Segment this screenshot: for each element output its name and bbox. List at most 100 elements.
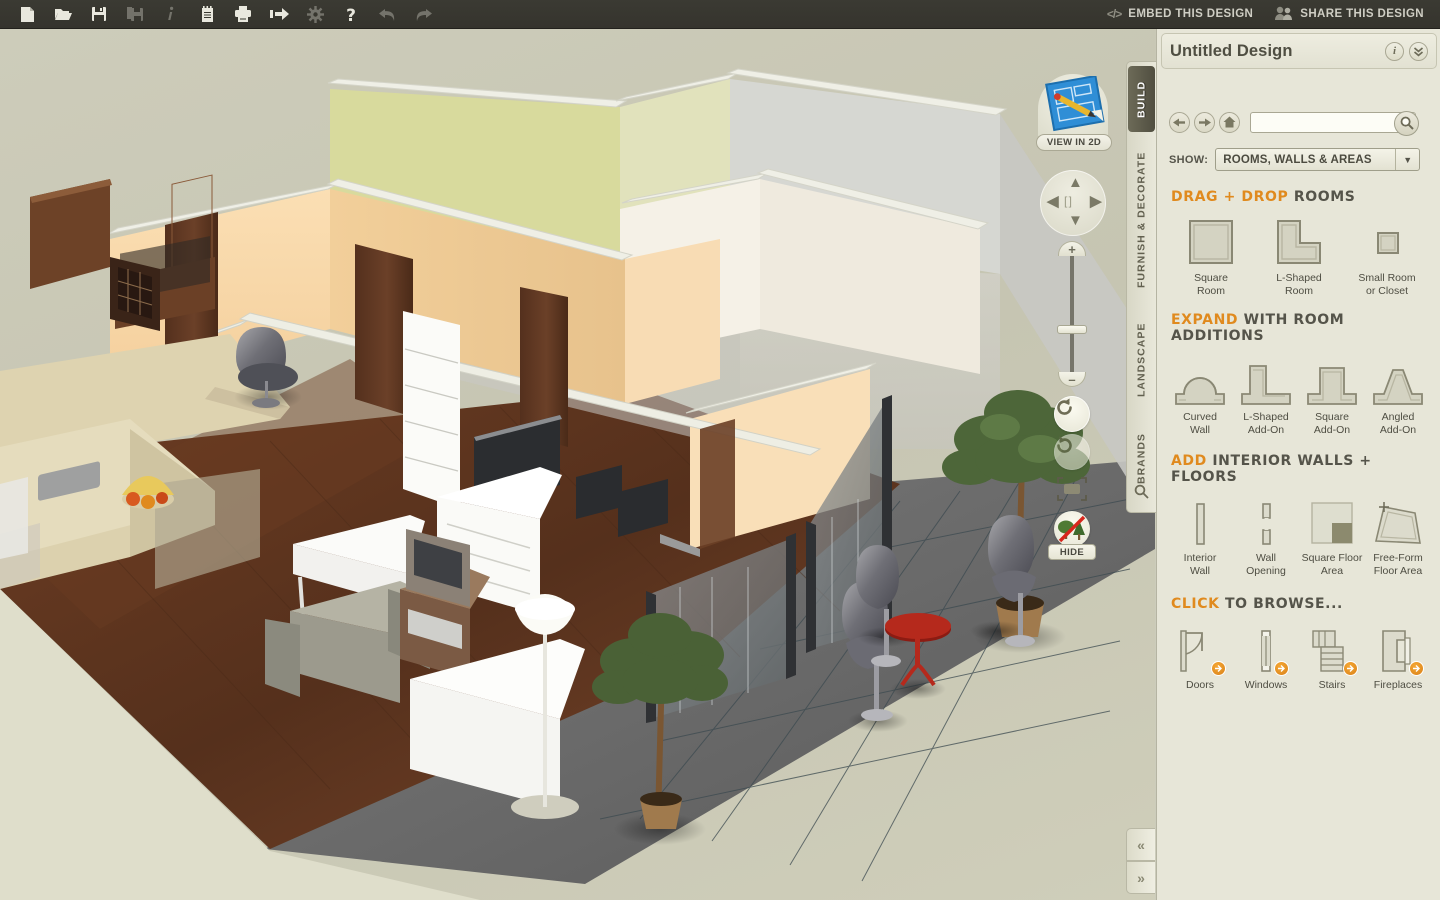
item-angled-add-on[interactable]: Angled Add-On <box>1365 354 1431 437</box>
rotate-left-button[interactable] <box>1054 396 1090 432</box>
item-curved-wall[interactable]: Curved Wall <box>1167 354 1233 437</box>
panel-search-box[interactable] <box>1250 110 1419 136</box>
svg-text:?: ? <box>346 6 356 23</box>
panel-search-button[interactable] <box>1394 110 1419 136</box>
small-room-icon <box>1362 215 1412 267</box>
item-doors[interactable]: Doors <box>1167 622 1233 692</box>
wall-opening-icon <box>1244 495 1288 547</box>
pan-control[interactable]: ▲ ▼ ◀ ▶ [ ] <box>1040 170 1106 236</box>
item-interior-wall[interactable]: Interior Wall <box>1167 495 1233 578</box>
open-folder-icon[interactable] <box>46 1 80 28</box>
floorplan-3d-render <box>0 68 1155 900</box>
notes-icon[interactable] <box>190 1 224 28</box>
item-label: Doors <box>1185 679 1214 691</box>
share-design-button[interactable]: SHARE THIS DESIGN <box>1275 6 1424 23</box>
item-wall-opening[interactable]: Wall Opening <box>1233 495 1299 578</box>
glass-cabinet <box>110 257 160 331</box>
zoom-in-button[interactable]: + <box>1058 241 1086 256</box>
build-panel: Untitled Design i SHOW: ROOMS, WALLS & A… <box>1156 29 1440 900</box>
section-items: Curved Wall L-Shaped Add-On Square Add-O… <box>1167 354 1431 437</box>
rail-search-icon[interactable] <box>1134 484 1149 504</box>
zoom-track[interactable] <box>1070 249 1074 381</box>
mode-rail: BUILD FURNISH & DECORATE LANDSCAPE BRAND… <box>1126 61 1156 513</box>
section-heading-rest: ROOMS <box>1293 189 1356 205</box>
rotate-right-button[interactable] <box>1054 434 1090 470</box>
new-file-icon[interactable] <box>10 1 44 28</box>
save-as-icon[interactable] <box>118 1 152 28</box>
pan-left-button[interactable]: ◀ <box>1047 194 1059 209</box>
collapse-left-button[interactable]: « <box>1126 828 1155 861</box>
rail-tab-build[interactable]: BUILD <box>1128 66 1155 132</box>
recenter-button[interactable]: [ ] <box>1064 194 1072 208</box>
pan-right-button[interactable]: ▶ <box>1090 194 1102 209</box>
panel-collapse-button[interactable] <box>1409 41 1428 61</box>
undo-icon[interactable] <box>370 1 404 28</box>
help-icon[interactable]: ? <box>334 1 368 28</box>
nav-back-button[interactable] <box>1169 111 1190 133</box>
pan-up-button[interactable]: ▲ <box>1068 175 1083 190</box>
item-free-form-floor-area[interactable]: Free-Form Floor Area <box>1365 495 1431 578</box>
rotate-ccw-icon <box>1057 398 1072 415</box>
embed-design-button[interactable]: </> EMBED THIS DESIGN <box>1107 7 1253 21</box>
show-label: SHOW: <box>1169 153 1209 166</box>
pan-down-button[interactable]: ▼ <box>1068 213 1083 228</box>
office-chair <box>234 327 302 410</box>
section-heading-rest: TO BROWSE... <box>1225 596 1343 612</box>
browse-badge <box>1343 661 1358 676</box>
share-design-label: SHARE THIS DESIGN <box>1300 8 1424 20</box>
section-items: Doors Windows Stairs Fireplaces <box>1167 622 1431 692</box>
nav-home-button[interactable] <box>1219 111 1240 133</box>
section-heading-accent: EXPAND <box>1171 312 1239 328</box>
wall-peach-col <box>625 239 720 404</box>
item-square-room[interactable]: Square Room <box>1167 215 1255 298</box>
section-room-additions: EXPAND WITH ROOM ADDITIONS Curved Wall L… <box>1157 312 1440 437</box>
item-fireplaces[interactable]: Fireplaces <box>1365 622 1431 692</box>
design-viewport-3d[interactable]: VIEW IN 2D ▲ ▼ ◀ ▶ [ ] + – HIDE <box>0 29 1155 900</box>
item-label: Square Room <box>1194 272 1228 297</box>
export-icon[interactable] <box>262 1 296 28</box>
interior-wall-icon <box>1178 495 1222 547</box>
panel-info-button[interactable]: i <box>1385 41 1404 61</box>
panel-search-input[interactable] <box>1251 113 1391 132</box>
rail-tab-landscape[interactable]: LANDSCAPE <box>1128 306 1155 414</box>
view-in-2d-button[interactable]: VIEW IN 2D <box>1036 74 1112 152</box>
print-icon[interactable] <box>226 1 260 28</box>
section-heading-accent: ADD <box>1171 453 1207 469</box>
zoom-handle[interactable] <box>1057 325 1087 334</box>
square-addon-icon <box>1305 354 1359 406</box>
item-l-shaped-add-on[interactable]: L-Shaped Add-On <box>1233 354 1299 437</box>
item-label: Square Add-On <box>1313 411 1351 436</box>
item-l-shaped-room[interactable]: L-Shaped Room <box>1255 215 1343 298</box>
item-label: L-Shaped Add-On <box>1243 411 1289 436</box>
hide-objects-button[interactable] <box>1054 511 1090 547</box>
nav-forward-button[interactable] <box>1194 111 1215 133</box>
item-square-add-on[interactable]: Square Add-On <box>1299 354 1365 437</box>
zoom-slider[interactable]: + – <box>1052 239 1092 387</box>
code-icon: </> <box>1106 7 1122 21</box>
show-select[interactable]: ROOMS, WALLS & AREAS ▼ <box>1215 148 1421 171</box>
section-interior-walls-floors: ADD INTERIOR WALLS + FLOORS Interior Wal… <box>1157 453 1440 578</box>
fit-to-screen-button[interactable] <box>1056 476 1088 502</box>
item-stairs[interactable]: Stairs <box>1299 622 1365 692</box>
zoom-out-button[interactable]: – <box>1058 372 1086 387</box>
chevron-down-icon: ▼ <box>1395 149 1419 170</box>
item-label: Fireplaces <box>1373 679 1423 691</box>
item-label: Small Room or Closet <box>1358 272 1416 297</box>
item-square-floor-area[interactable]: Square Floor Area <box>1299 495 1365 578</box>
info-icon[interactable] <box>154 1 188 28</box>
panel-collapse-controls: « » <box>1126 828 1156 896</box>
gear-icon[interactable] <box>298 1 332 28</box>
section-heading: ADD INTERIOR WALLS + FLOORS <box>1167 453 1431 485</box>
collapse-right-button[interactable]: » <box>1126 861 1155 894</box>
item-label: Interior Wall <box>1183 552 1217 577</box>
item-small-room-or-closet[interactable]: Small Room or Closet <box>1343 215 1431 298</box>
show-filter-row: SHOW: ROOMS, WALLS & AREAS ▼ <box>1169 148 1421 171</box>
search-icon <box>1400 116 1414 130</box>
save-icon[interactable] <box>82 1 116 28</box>
design-title: Untitled Design <box>1170 41 1293 60</box>
rail-tab-furnish-decorate[interactable]: FURNISH & DECORATE <box>1128 140 1155 300</box>
redo-icon[interactable] <box>406 1 440 28</box>
show-select-value: ROOMS, WALLS & AREAS <box>1223 153 1372 166</box>
chevron-double-down-icon <box>1413 46 1424 57</box>
item-windows[interactable]: Windows <box>1233 622 1299 692</box>
